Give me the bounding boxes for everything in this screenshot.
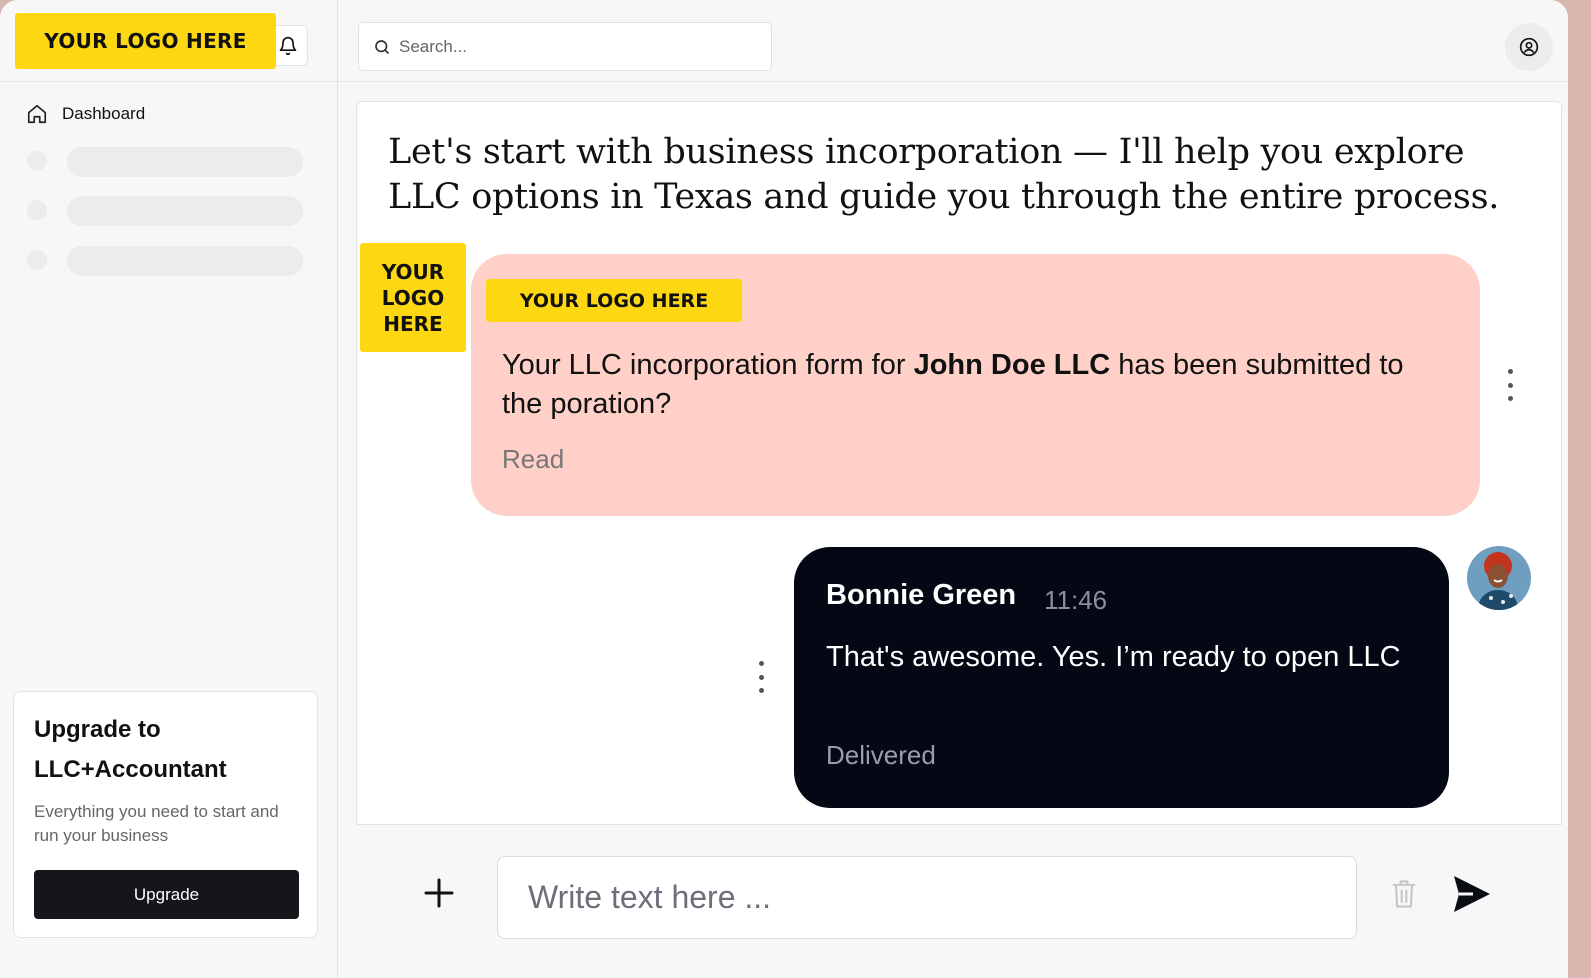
message-status: Read (502, 444, 565, 474)
company-name: John Doe LLC (913, 349, 1111, 381)
home-icon (27, 104, 47, 124)
message-input[interactable] (497, 856, 1357, 939)
bot-avatar-logo: YOUR LOGO HERE (381, 259, 445, 336)
message-status: Delivered (826, 740, 936, 770)
bot-message-bubble: YOUR LOGO HERE Your LLC incorporation fo… (471, 254, 1480, 516)
profile-button[interactable] (1505, 23, 1553, 71)
bot-message-text: Your LLC incorporation form for John Doe… (502, 349, 1404, 420)
message-options-button[interactable] (1500, 365, 1520, 405)
skeleton-nav-item (67, 246, 303, 276)
send-button[interactable] (1450, 872, 1494, 916)
chat-intro: Let's start with business incorporation … (388, 132, 1500, 217)
message-composer (338, 826, 1568, 978)
sidebar-item-dashboard[interactable]: Dashboard (26, 100, 145, 128)
skeleton-icon (27, 250, 47, 270)
top-bar (338, 0, 1568, 82)
user-message-text: That's awesome. Yes. I’m ready to open L… (826, 641, 1401, 673)
message-time: 11:46 (1044, 585, 1108, 615)
upgrade-card: Upgrade to LLC+Accountant Everything you… (13, 691, 318, 938)
more-vertical-icon (1507, 369, 1513, 374)
search-input[interactable] (399, 36, 759, 57)
message-options-button[interactable] (751, 657, 771, 697)
upgrade-description: Everything you need to start and run you… (34, 802, 279, 845)
sender-name: Bonnie Green (826, 579, 1017, 611)
search-icon (375, 39, 389, 54)
user-message-bubble: Bonnie Green 11:46 That's awesome. Yes. … (794, 547, 1449, 808)
app-window: YOUR LOGO HERE Dashboard Upgrade to LLC+… (0, 0, 1568, 978)
skeleton-icon (27, 200, 47, 220)
chat-panel: Let's start with business incorporation … (356, 101, 1562, 825)
skeleton-nav-item (67, 196, 303, 226)
more-vertical-icon (758, 661, 764, 666)
trash-icon (1392, 880, 1416, 908)
skeleton-icon (27, 151, 47, 171)
delete-button[interactable] (1390, 878, 1422, 914)
sidebar: YOUR LOGO HERE Dashboard Upgrade to LLC+… (0, 0, 338, 978)
bot-avatar: YOUR LOGO HERE (360, 243, 466, 352)
avatar[interactable] (1467, 546, 1531, 610)
sidebar-item-label: Dashboard (62, 104, 146, 123)
sidebar-header: YOUR LOGO HERE (0, 0, 337, 82)
upgrade-button[interactable]: Upgrade (34, 870, 299, 919)
skeleton-nav-item (67, 147, 303, 177)
attach-button[interactable] (418, 872, 460, 914)
send-icon (1454, 876, 1490, 912)
message-logo-badge: YOUR LOGO HERE (486, 279, 742, 322)
brand-logo[interactable]: YOUR LOGO HERE (15, 13, 276, 69)
user-circle-icon (1519, 37, 1539, 57)
upgrade-title: Upgrade to LLC+Accountant (34, 716, 227, 783)
bell-icon (279, 36, 297, 55)
plus-icon (424, 878, 454, 908)
search-box[interactable] (358, 22, 772, 71)
